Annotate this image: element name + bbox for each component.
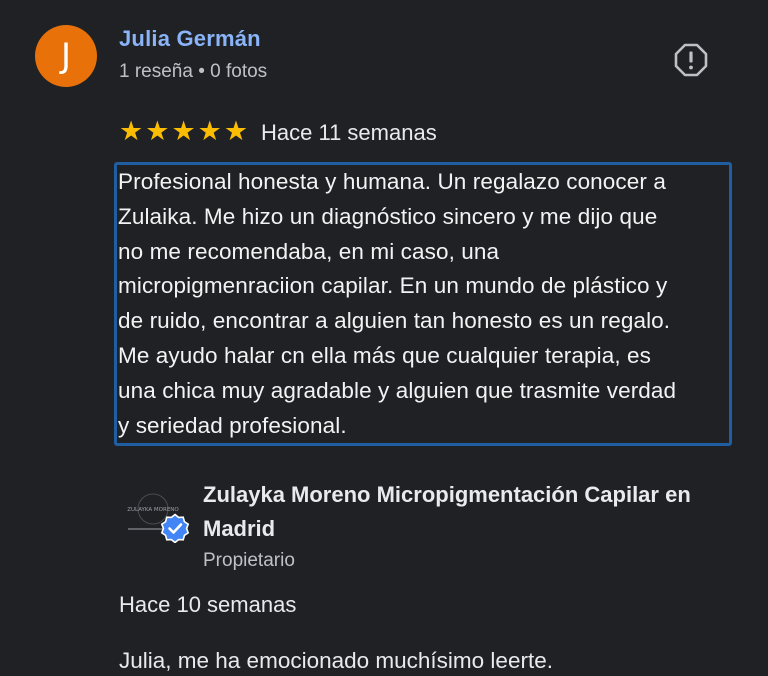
review-line: una chica muy agradable y alguien que tr… [118,377,677,403]
star-icon: ★ [197,116,222,147]
reviewer-meta: 1 reseña • 0 fotos [119,61,268,82]
star-icon: ★ [119,116,144,147]
review-line: Profesional honesta y humana. Un regalaz… [118,169,666,194]
verified-badge-icon [160,513,190,543]
review-line: de ruido, encontrar a alguien tan honest… [118,308,671,334]
review-line: y seriedad profesional. [118,412,347,438]
star-rating: ★ ★ ★ ★ ★ [119,118,248,146]
owner-role: Propietario [203,550,295,571]
review-line: micropigmenraciion capilar. En un mundo … [118,273,668,299]
reviewer-name[interactable]: Julia Germán [119,26,261,52]
reply-date: Hace 10 semanas [119,592,297,617]
review-line: Me ayudo halar cn ella más que cualquier… [118,342,652,368]
star-icon: ★ [223,116,249,147]
star-icon: ★ [171,116,196,147]
avatar-initial: J [60,36,72,76]
review-line: no me recomendaba, en mi caso, una [118,238,500,264]
owner-name[interactable]: Zulayka Moreno Micropigmentación Capilar… [203,478,743,546]
report-flag-icon[interactable] [674,43,708,77]
review-text[interactable]: Profesional honesta y humana. Un regalaz… [118,165,738,443]
review-date: Hace 11 semanas [261,120,437,145]
review-line: Zulaika. Me hizo un diagnóstico sincero … [118,203,658,229]
reply-text: Julia, me ha emocionado muchísimo leerte… [119,648,553,673]
reviewer-avatar[interactable]: J [35,25,97,87]
star-icon: ★ [145,116,170,147]
